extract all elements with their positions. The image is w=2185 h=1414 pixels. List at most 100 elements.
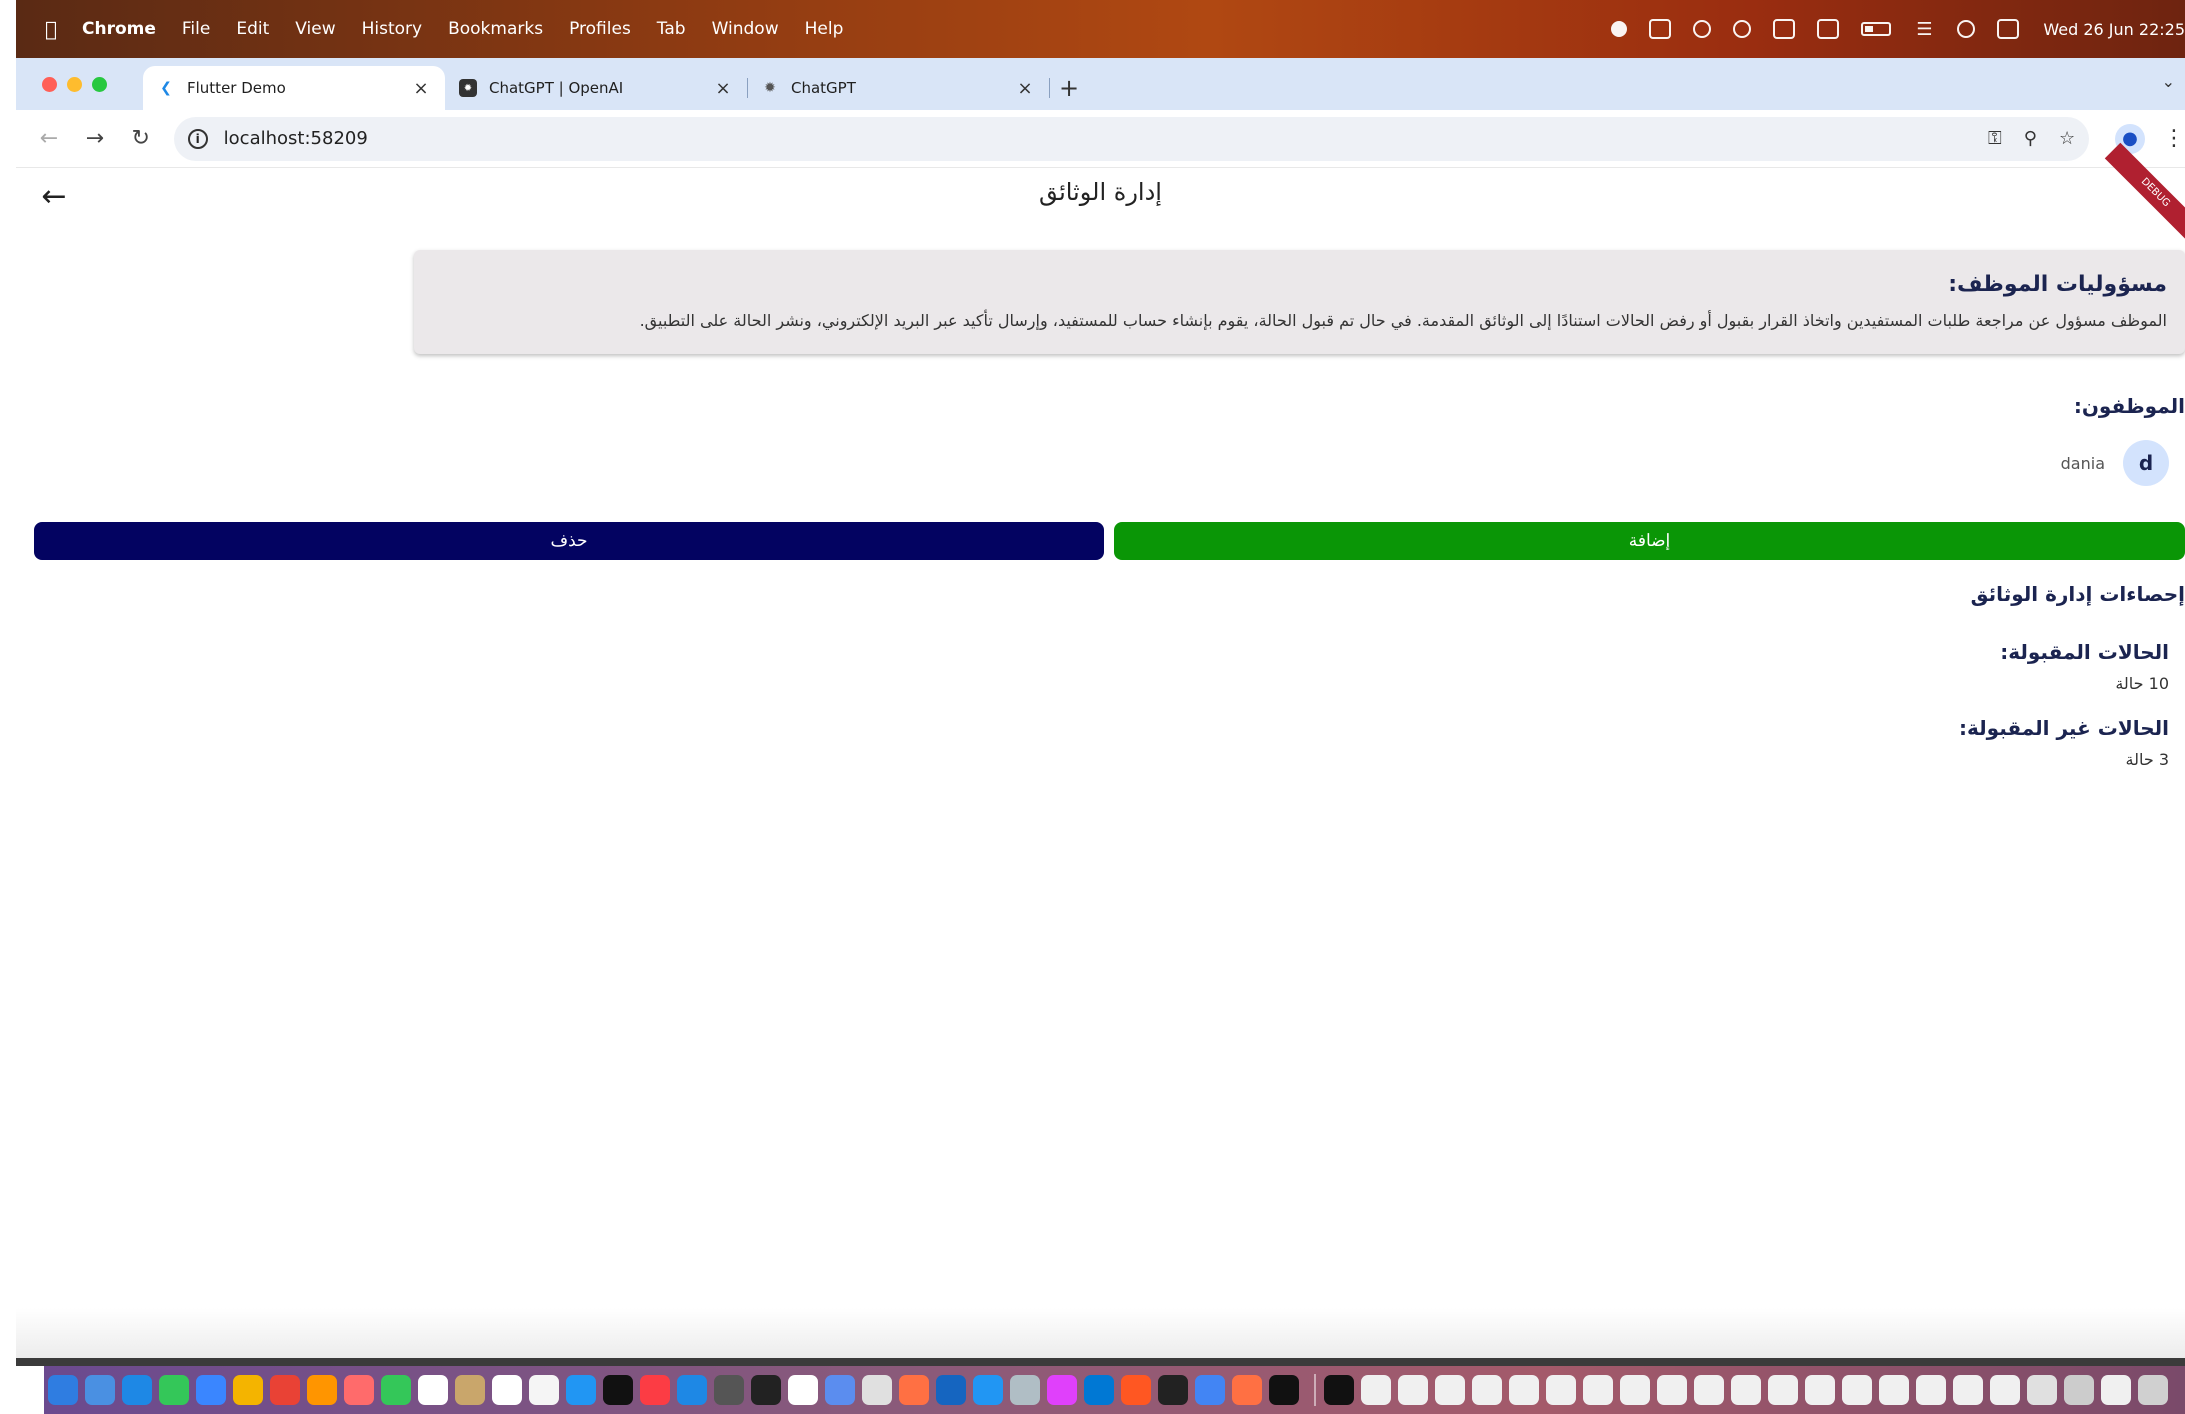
control-center-icon[interactable] bbox=[1997, 19, 2020, 39]
dock-app-icon[interactable] bbox=[1805, 1375, 1835, 1405]
tab-flutter-demo[interactable]: ❮ Flutter Demo × bbox=[143, 66, 445, 110]
dock-app-icon[interactable] bbox=[1084, 1375, 1114, 1405]
password-key-icon[interactable]: ⚿ bbox=[1988, 128, 2002, 149]
spotlight-search-icon[interactable] bbox=[1957, 20, 1976, 38]
input-source-icon[interactable] bbox=[1817, 19, 1840, 39]
menu-edit[interactable]: Edit bbox=[236, 19, 269, 39]
dock-app-icon[interactable] bbox=[381, 1375, 411, 1405]
dock-app-icon[interactable] bbox=[1546, 1375, 1576, 1405]
dock-app-icon[interactable] bbox=[1435, 1375, 1465, 1405]
dock-app-icon[interactable] bbox=[1398, 1375, 1428, 1405]
dock-app-icon[interactable] bbox=[1694, 1375, 1724, 1405]
dock-app-icon[interactable] bbox=[1472, 1375, 1502, 1405]
employee-list-item[interactable]: d dania bbox=[2061, 440, 2169, 486]
dock-app-icon[interactable] bbox=[1232, 1375, 1262, 1405]
menu-file[interactable]: File bbox=[182, 19, 210, 39]
dock-app-icon[interactable] bbox=[1121, 1375, 1151, 1405]
dock-app-icon[interactable] bbox=[1657, 1375, 1687, 1405]
dock-app-icon[interactable] bbox=[1361, 1375, 1391, 1405]
dock-app-icon[interactable] bbox=[862, 1375, 892, 1405]
dock-app-icon[interactable] bbox=[1269, 1375, 1299, 1405]
menu-profiles[interactable]: Profiles bbox=[569, 19, 631, 39]
add-button[interactable]: إضافة bbox=[1114, 522, 2185, 560]
dock-app-icon[interactable] bbox=[1158, 1375, 1188, 1405]
dock-app-icon[interactable] bbox=[714, 1375, 744, 1405]
dock-app-icon[interactable] bbox=[677, 1375, 707, 1405]
dock-app-icon[interactable] bbox=[270, 1375, 300, 1405]
dock-app-icon[interactable] bbox=[751, 1375, 781, 1405]
dock-app-icon[interactable] bbox=[2138, 1375, 2168, 1405]
dock-app-icon[interactable] bbox=[603, 1375, 633, 1405]
dock-app-icon[interactable] bbox=[2064, 1375, 2094, 1405]
dock-app-icon[interactable] bbox=[899, 1375, 929, 1405]
zoom-icon[interactable]: ⚲ bbox=[2024, 128, 2037, 149]
play-status-icon[interactable] bbox=[1733, 20, 1752, 38]
new-tab-button[interactable]: + bbox=[1049, 66, 1089, 110]
dock-app-icon[interactable] bbox=[1879, 1375, 1909, 1405]
dock-app-icon[interactable] bbox=[973, 1375, 1003, 1405]
menu-app-name[interactable]: Chrome bbox=[82, 19, 156, 39]
dock-app-icon[interactable] bbox=[233, 1375, 263, 1405]
back-button[interactable]: ← bbox=[26, 119, 72, 159]
wifi-icon[interactable]: ☰ bbox=[1913, 19, 1935, 40]
dock-app-icon[interactable] bbox=[1620, 1375, 1650, 1405]
bookmark-star-icon[interactable]: ☆ bbox=[2059, 128, 2075, 149]
dock-app-icon[interactable] bbox=[788, 1375, 818, 1405]
dock-app-icon[interactable] bbox=[1583, 1375, 1613, 1405]
close-tab-icon[interactable]: × bbox=[713, 78, 733, 99]
menu-bar-clock[interactable]: Wed 26 Jun 22:25 bbox=[2043, 20, 2185, 39]
dock-app-icon[interactable] bbox=[1731, 1375, 1761, 1405]
dock-app-icon[interactable] bbox=[825, 1375, 855, 1405]
menu-tab[interactable]: Tab bbox=[657, 19, 686, 39]
dock-app-icon[interactable] bbox=[566, 1375, 596, 1405]
close-tab-icon[interactable]: × bbox=[1015, 78, 1035, 99]
dock-app-icon[interactable] bbox=[2101, 1375, 2131, 1405]
dock-app-icon[interactable] bbox=[344, 1375, 374, 1405]
chrome-menu-icon[interactable]: ⋮ bbox=[2163, 126, 2185, 151]
dock-app-icon[interactable] bbox=[640, 1375, 670, 1405]
tab-search-chevron-down-icon[interactable]: ⌄ bbox=[2162, 72, 2175, 91]
dock-app-icon[interactable] bbox=[492, 1375, 522, 1405]
dock-app-icon[interactable] bbox=[307, 1375, 337, 1405]
dock-app-icon[interactable] bbox=[1768, 1375, 1798, 1405]
dock-app-icon[interactable] bbox=[2027, 1375, 2057, 1405]
dock-app-icon[interactable] bbox=[1195, 1375, 1225, 1405]
minimize-window-button[interactable] bbox=[67, 76, 82, 92]
dock-app-icon[interactable] bbox=[85, 1375, 115, 1405]
dock-app-icon[interactable] bbox=[1990, 1375, 2020, 1405]
close-tab-icon[interactable]: × bbox=[411, 78, 431, 99]
delete-button[interactable]: حذف bbox=[34, 522, 1104, 560]
site-info-icon[interactable]: i bbox=[187, 128, 208, 149]
menu-view[interactable]: View bbox=[295, 19, 335, 39]
dock-app-icon[interactable] bbox=[1916, 1375, 1946, 1405]
dock-app-icon[interactable] bbox=[455, 1375, 485, 1405]
tab-chatgpt[interactable]: ✹ ChatGPT × bbox=[747, 66, 1050, 110]
dock-app-icon[interactable] bbox=[1842, 1375, 1872, 1405]
tab-chatgpt-openai[interactable]: ✹ ChatGPT | OpenAI × bbox=[445, 66, 748, 110]
battery-icon[interactable] bbox=[1861, 22, 1892, 36]
display-icon[interactable] bbox=[1773, 19, 1796, 39]
close-window-button[interactable] bbox=[42, 76, 57, 92]
zoom-window-button[interactable] bbox=[92, 76, 107, 92]
clipboard-status-icon[interactable] bbox=[1649, 19, 1672, 39]
dock-app-icon[interactable] bbox=[529, 1375, 559, 1405]
dock-app-icon[interactable] bbox=[196, 1375, 226, 1405]
dock-app-icon[interactable] bbox=[1953, 1375, 1983, 1405]
menu-history[interactable]: History bbox=[362, 19, 422, 39]
dock-app-icon[interactable] bbox=[159, 1375, 189, 1405]
headphones-icon[interactable] bbox=[1693, 20, 1712, 38]
dock-app-icon[interactable] bbox=[48, 1375, 78, 1405]
reload-button[interactable]: ↻ bbox=[118, 119, 164, 159]
address-bar[interactable]: i localhost:58209 ⚿ ⚲ ☆ bbox=[173, 116, 2090, 161]
record-status-icon[interactable] bbox=[1611, 21, 1628, 37]
apple-icon[interactable]:  bbox=[40, 17, 62, 41]
forward-button[interactable]: → bbox=[72, 119, 118, 159]
dock-app-icon[interactable] bbox=[936, 1375, 966, 1405]
menu-help[interactable]: Help bbox=[805, 19, 844, 39]
dock-app-icon[interactable] bbox=[1324, 1375, 1354, 1405]
dock-app-icon[interactable] bbox=[418, 1375, 448, 1405]
menu-window[interactable]: Window bbox=[712, 19, 779, 39]
dock-app-icon[interactable] bbox=[1010, 1375, 1040, 1405]
dock-app-icon[interactable] bbox=[1509, 1375, 1539, 1405]
dock-app-icon[interactable] bbox=[122, 1375, 152, 1405]
